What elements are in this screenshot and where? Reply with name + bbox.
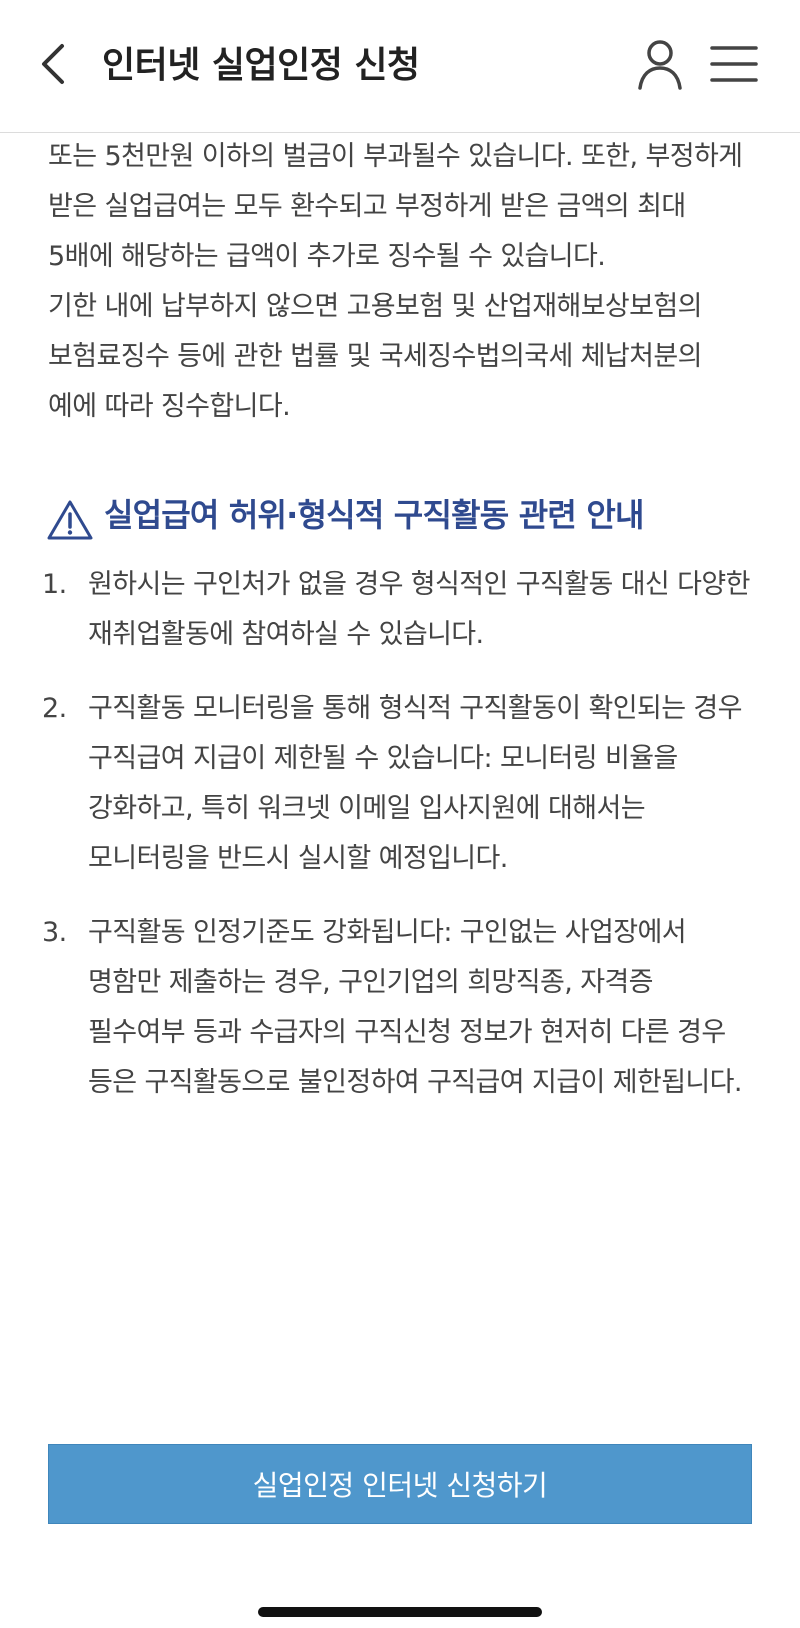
chevron-left-icon (42, 44, 64, 84)
user-button[interactable] (632, 36, 688, 92)
notice-title: 실업급여 허위·형식적 구직활동 관련 안내 (104, 496, 644, 534)
list-item: 3. 구직활동 인정기준도 강화됩니다: 구인없는 사업장에서 명함만 제출하는… (42, 908, 750, 1108)
home-indicator (258, 1607, 542, 1617)
app-header: 인터넷 실업인정 신청 (0, 0, 800, 133)
list-item-number: 2. (42, 693, 67, 724)
list-item-text: 구직활동 모니터링을 통해 형식적 구직활동이 확인되는 경우 구직급여 지급이… (88, 693, 743, 874)
list-item-number: 3. (42, 917, 67, 948)
apply-online-button[interactable]: 실업인정 인터넷 신청하기 (48, 1444, 752, 1524)
notice-list: 1. 원하시는 구인처가 없을 경우 형식적인 구직활동 대신 다양한 재취업활… (42, 560, 750, 1108)
back-button[interactable] (30, 36, 78, 92)
hamburger-menu-icon (710, 46, 758, 82)
menu-button[interactable] (706, 36, 762, 92)
list-item-text: 구직활동 인정기준도 강화됩니다: 구인없는 사업장에서 명함만 제출하는 경우… (88, 917, 743, 1098)
page-title: 인터넷 실업인정 신청 (102, 45, 420, 86)
penalty-paragraph: 또는 5천만원 이하의 벌금이 부과될수 있습니다. 또한, 부정하게 받은 실… (48, 141, 743, 272)
list-item-text: 원하시는 구인처가 없을 경우 형식적인 구직활동 대신 다양한 재취업활동에 … (88, 569, 750, 650)
collection-paragraph: 기한 내에 납부하지 않으면 고용보험 및 산업재해보상보험의 보험료징수 등에… (48, 291, 703, 422)
user-icon (638, 40, 682, 90)
list-item-number: 1. (42, 569, 67, 600)
list-item: 1. 원하시는 구인처가 없을 경우 형식적인 구직활동 대신 다양한 재취업활… (42, 560, 750, 660)
list-item: 2. 구직활동 모니터링을 통해 형식적 구직활동이 확인되는 경우 구직급여 … (42, 684, 750, 884)
warning-icon (47, 500, 93, 540)
notice-heading: 실업급여 허위·형식적 구직활동 관련 안내 (47, 494, 750, 540)
main-content: 또는 5천만원 이하의 벌금이 부과될수 있습니다. 또한, 부정하게 받은 실… (42, 132, 750, 1132)
